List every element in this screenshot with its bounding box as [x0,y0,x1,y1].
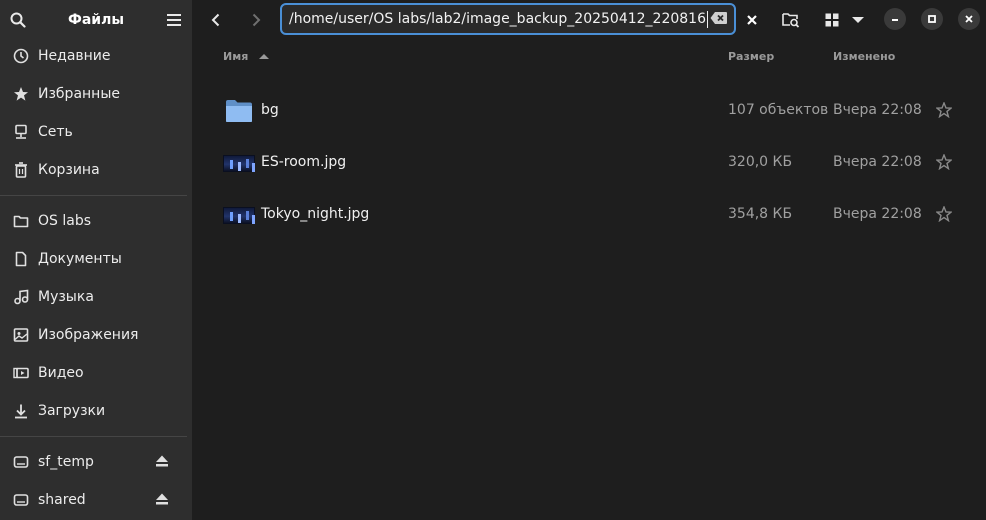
chevron-left-icon [211,13,220,27]
file-name: ES-room.jpg [261,154,347,170]
sidebar-separator [0,195,187,196]
file-name: bg [261,102,279,118]
music-icon [12,288,30,306]
file-size: 354,8 КБ [728,206,793,222]
main-view: /home/user/OS labs/lab2/image_backup_202… [192,0,986,520]
minimize-icon [892,19,898,21]
sidebar-item-music[interactable]: Музыка [0,279,187,315]
close-icon [965,15,973,23]
folder-icon [12,212,30,230]
image-thumbnail [223,155,255,172]
file-name: Tokyo_night.jpg [261,206,370,222]
sidebar-item-label: Музыка [38,289,94,305]
sidebar-item-documents[interactable]: Документы [0,241,187,277]
chevron-down-icon [852,17,864,23]
view-grid-button[interactable] [818,6,846,34]
sidebar-item-shared[interactable]: shared [0,482,187,518]
file-modified: Вчера 22:08 [833,154,922,170]
sidebar-item-label: Сеть [38,124,73,140]
maximize-button[interactable] [921,8,943,30]
sidebar: Файлы Недавние Избранные Сеть Корзина OS… [0,0,192,520]
sidebar-separator [0,436,187,437]
image-icon [12,326,30,344]
cancel-path-button[interactable] [738,6,766,34]
text-caret [707,10,708,28]
network-icon [12,123,30,141]
back-button[interactable] [202,6,230,34]
sort-ascending-icon [259,54,270,59]
forward-button[interactable] [242,6,270,34]
file-row[interactable]: Tokyo_night.jpg 354,8 КБ Вчера 22:08 [192,189,986,241]
sidebar-item-label: Документы [38,251,122,267]
path-field[interactable]: /home/user/OS labs/lab2/image_backup_202… [280,3,736,35]
chevron-right-icon [252,13,261,27]
sidebar-item-sf-temp[interactable]: sf_temp [0,444,187,480]
sidebar-item-label: Корзина [38,162,100,178]
sidebar-item-label: sf_temp [38,454,94,470]
sidebar-item-videos[interactable]: Видео [0,355,187,391]
sidebar-item-label: Недавние [38,48,111,64]
image-thumbnail [223,207,255,224]
file-size: 320,0 КБ [728,154,793,170]
sidebar-item-label: shared [38,492,86,508]
file-row[interactable]: ES-room.jpg 320,0 КБ Вчера 22:08 [192,137,986,189]
sidebar-item-label: OS labs [38,213,92,229]
sidebar-item-os-labs[interactable]: OS labs [0,203,187,239]
eject-icon[interactable] [155,492,169,510]
sidebar-item-pictures[interactable]: Изображения [0,317,187,353]
column-header-name[interactable]: Имя [223,50,270,63]
download-icon [12,402,30,420]
document-icon [12,250,30,268]
close-button[interactable] [958,8,980,30]
folder-icon [226,100,252,122]
star-icon [12,85,30,103]
drive-icon [12,491,30,509]
column-header-modified[interactable]: Изменено [833,50,895,63]
file-row[interactable]: bg 107 объектов Вчера 22:08 [192,85,986,137]
recent-icon [12,47,30,65]
star-icon[interactable] [935,101,953,122]
star-icon[interactable] [935,205,953,226]
sidebar-item-starred[interactable]: Избранные [0,76,187,112]
menu-icon[interactable] [164,10,184,30]
folder-search-icon [782,13,800,28]
sidebar-item-recent[interactable]: Недавние [0,38,187,74]
close-icon [747,15,757,25]
eject-icon[interactable] [155,454,169,472]
grid-icon [825,13,839,27]
star-icon[interactable] [935,153,953,174]
sidebar-item-network[interactable]: Сеть [0,114,187,150]
sidebar-item-label: Избранные [38,86,120,102]
sidebar-header: Файлы [0,0,192,40]
sidebar-item-label: Изображения [38,327,139,343]
maximize-icon [928,15,936,23]
search-folder-button[interactable] [777,6,805,34]
view-options-button[interactable] [846,6,870,34]
path-text[interactable]: /home/user/OS labs/lab2/image_backup_202… [289,11,706,27]
app-title: Файлы [67,12,125,28]
file-modified: Вчера 22:08 [833,206,922,222]
sidebar-item-trash[interactable]: Корзина [0,152,187,188]
clear-text-icon[interactable] [710,11,728,29]
column-header-size[interactable]: Размер [728,50,774,63]
sidebar-item-label: Загрузки [38,403,106,419]
file-size: 107 объектов [728,102,829,118]
minimize-button[interactable] [884,8,906,30]
video-icon [12,364,30,382]
search-icon[interactable] [8,10,28,30]
drive-icon [12,453,30,471]
trash-icon [12,161,30,179]
sidebar-item-downloads[interactable]: Загрузки [0,393,187,429]
sidebar-item-label: Видео [38,365,84,381]
file-modified: Вчера 22:08 [833,102,922,118]
